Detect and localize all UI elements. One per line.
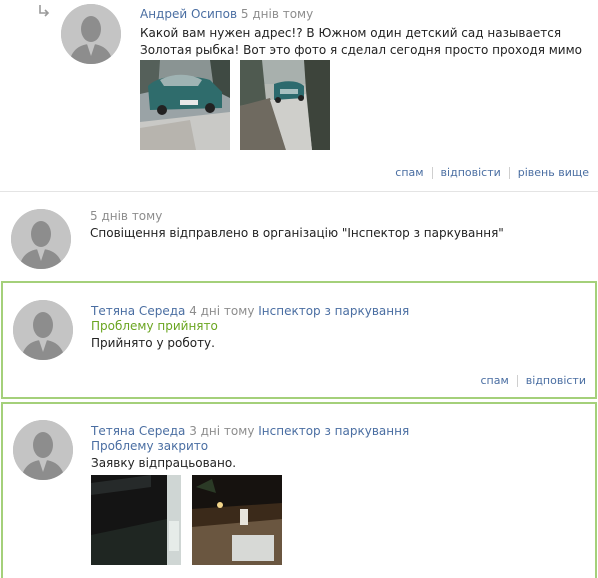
status-label: Проблему закрито: [91, 439, 209, 453]
comment-actions: спам відповісти: [481, 374, 587, 387]
action-separator: [516, 374, 518, 387]
spam-link[interactable]: спам: [395, 166, 423, 179]
action-separator: [508, 166, 510, 179]
level-up-link[interactable]: рівень вище: [518, 166, 589, 179]
spam-link[interactable]: спам: [481, 374, 509, 387]
comment-author[interactable]: Тетяна Середа: [91, 304, 185, 318]
comment-actions: спам відповісти рівень вище: [395, 166, 589, 179]
avatar[interactable]: [13, 420, 73, 480]
comment-photo[interactable]: [192, 475, 282, 565]
reply-link[interactable]: відповісти: [526, 374, 586, 387]
comment-time: 5 днів тому: [240, 7, 314, 21]
comment-card: Тетяна Середа 4 дні тому Інспектор з пар…: [1, 281, 597, 399]
comment-photo[interactable]: [240, 60, 330, 150]
action-separator: [431, 166, 433, 179]
comment-author[interactable]: Тетяна Середа: [91, 424, 185, 438]
reply-link[interactable]: відповісти: [441, 166, 501, 179]
organization-link[interactable]: Інспектор з паркування: [258, 424, 409, 438]
avatar[interactable]: [13, 300, 73, 360]
avatar[interactable]: [61, 4, 121, 64]
status-label: Проблему прийнято: [91, 319, 218, 333]
comment-text: Прийнято у роботу.: [91, 336, 215, 350]
comment-card: Тетяна Середа 3 дні тому Інспектор з пар…: [1, 402, 597, 578]
comment-time: 3 дні тому: [189, 424, 255, 438]
organization-link[interactable]: Інспектор з паркування: [258, 304, 409, 318]
reply-arrow-icon: [39, 5, 50, 17]
comment-text: Заявку відпрацьовано.: [91, 456, 237, 470]
notice-text: Сповіщення відправлено в організацію "Ін…: [90, 226, 504, 240]
comment-author[interactable]: Андрей Осипов: [140, 7, 237, 21]
avatar: [11, 209, 71, 269]
comment-time: 4 дні тому: [189, 304, 255, 318]
notice-time: 5 днів тому: [90, 209, 163, 223]
comment-photo[interactable]: [91, 475, 181, 565]
divider: [0, 191, 598, 192]
comment-photo[interactable]: [140, 60, 230, 150]
